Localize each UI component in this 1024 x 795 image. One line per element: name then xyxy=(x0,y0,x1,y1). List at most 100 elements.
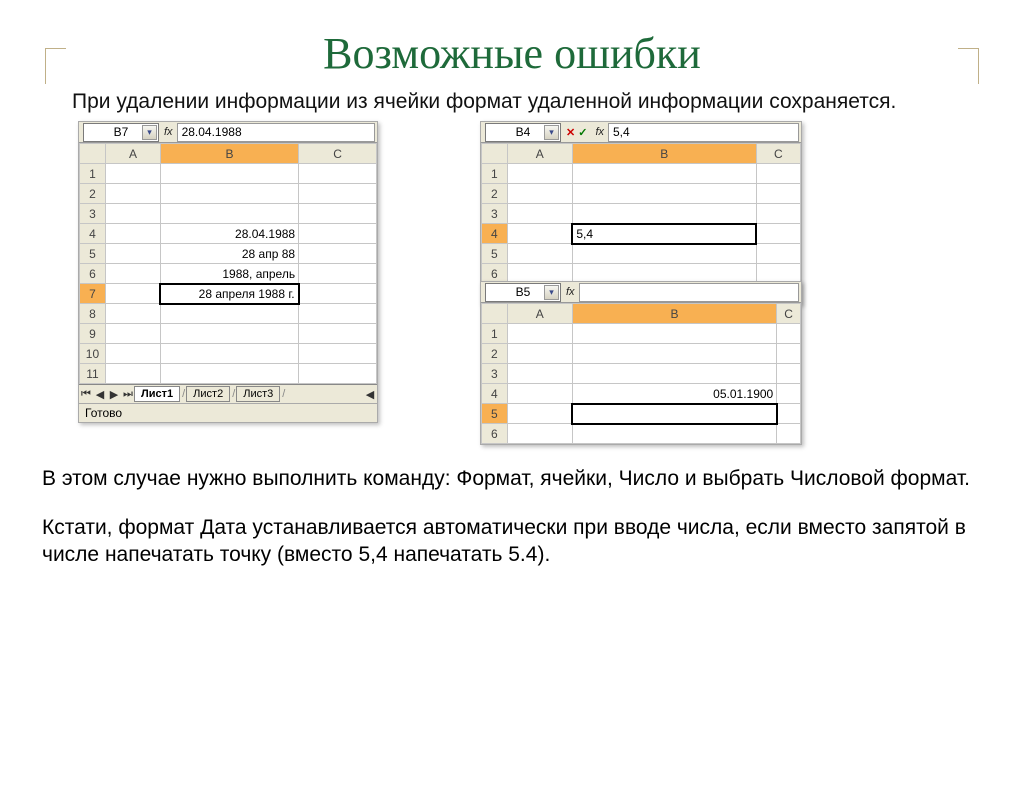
row-header[interactable]: 3 xyxy=(482,204,508,224)
row-header[interactable]: 3 xyxy=(80,204,106,224)
cell[interactable] xyxy=(299,304,377,324)
cell[interactable] xyxy=(777,324,801,344)
cell[interactable] xyxy=(160,184,298,204)
col-header-b[interactable]: B xyxy=(572,144,756,164)
cell-b4-editing[interactable]: 5,4 xyxy=(572,224,756,244)
col-header-b[interactable]: B xyxy=(160,144,298,164)
cell[interactable] xyxy=(105,344,160,364)
cell[interactable] xyxy=(756,224,800,244)
col-header-b[interactable]: B xyxy=(572,304,776,324)
cell[interactable] xyxy=(105,304,160,324)
cell[interactable] xyxy=(105,204,160,224)
cancel-icon[interactable]: ✕ xyxy=(566,126,575,139)
row-header[interactable]: 6 xyxy=(80,264,106,284)
col-header-a[interactable]: A xyxy=(507,304,572,324)
cell[interactable] xyxy=(299,204,377,224)
row-header[interactable]: 9 xyxy=(80,324,106,344)
cell[interactable] xyxy=(572,364,776,384)
name-box[interactable]: B5 ▾ xyxy=(485,283,561,302)
cell-b5-selected[interactable] xyxy=(572,404,776,424)
row-header[interactable]: 2 xyxy=(80,184,106,204)
cell[interactable] xyxy=(777,364,801,384)
cell[interactable] xyxy=(507,204,572,224)
col-header-a[interactable]: A xyxy=(507,144,572,164)
cell-b5[interactable]: 28 апр 88 xyxy=(160,244,298,264)
cell[interactable] xyxy=(756,204,800,224)
cell[interactable] xyxy=(572,424,776,444)
cell[interactable] xyxy=(299,244,377,264)
cell[interactable] xyxy=(507,224,572,244)
cell[interactable] xyxy=(572,204,756,224)
row-header[interactable]: 2 xyxy=(482,344,508,364)
row-header[interactable]: 6 xyxy=(482,424,508,444)
cell[interactable] xyxy=(507,404,572,424)
row-header[interactable]: 11 xyxy=(80,364,106,384)
row-header[interactable]: 4 xyxy=(482,384,508,404)
dropdown-icon[interactable]: ▾ xyxy=(142,125,157,140)
select-all-corner[interactable] xyxy=(482,304,508,324)
cell[interactable] xyxy=(507,184,572,204)
fx-icon[interactable]: fx xyxy=(566,286,575,298)
formula-value[interactable] xyxy=(579,283,799,302)
cell[interactable] xyxy=(572,164,756,184)
cell[interactable] xyxy=(507,344,572,364)
cell[interactable] xyxy=(572,344,776,364)
row-header[interactable]: 2 xyxy=(482,184,508,204)
row-header[interactable]: 5 xyxy=(482,244,508,264)
fx-icon[interactable]: fx xyxy=(164,126,173,138)
cell[interactable] xyxy=(756,184,800,204)
row-header[interactable]: 4 xyxy=(482,224,508,244)
col-header-a[interactable]: A xyxy=(105,144,160,164)
cell[interactable] xyxy=(299,264,377,284)
cell-b4[interactable]: 05.01.1900 xyxy=(572,384,776,404)
cell[interactable] xyxy=(299,164,377,184)
cell[interactable] xyxy=(160,364,298,384)
cell[interactable] xyxy=(507,244,572,264)
row-header[interactable]: 3 xyxy=(482,364,508,384)
cell-b4[interactable]: 28.04.1988 xyxy=(160,224,298,244)
cell[interactable] xyxy=(160,304,298,324)
cell[interactable] xyxy=(160,344,298,364)
name-box[interactable]: B7 ▾ xyxy=(83,123,159,142)
fx-icon[interactable]: fx xyxy=(595,126,604,138)
row-header[interactable]: 1 xyxy=(80,164,106,184)
cell[interactable] xyxy=(105,184,160,204)
cell[interactable] xyxy=(756,244,800,264)
col-header-c[interactable]: C xyxy=(299,144,377,164)
sheet-tab-1[interactable]: Лист1 xyxy=(134,386,180,402)
row-header[interactable]: 7 xyxy=(80,284,106,304)
cell[interactable] xyxy=(299,184,377,204)
cell[interactable] xyxy=(105,264,160,284)
sheet-tab-3[interactable]: Лист3 xyxy=(236,386,280,402)
dropdown-icon[interactable]: ▾ xyxy=(544,125,559,140)
cell[interactable] xyxy=(572,184,756,204)
col-header-c[interactable]: C xyxy=(777,304,801,324)
tab-nav-next-icon[interactable]: ▶ xyxy=(107,388,121,401)
row-header[interactable]: 1 xyxy=(482,324,508,344)
cell[interactable] xyxy=(160,164,298,184)
cell[interactable] xyxy=(105,364,160,384)
row-header[interactable]: 10 xyxy=(80,344,106,364)
tab-nav-last-icon[interactable]: ⏭ xyxy=(121,388,135,401)
dropdown-icon[interactable]: ▾ xyxy=(544,285,559,300)
hscroll-left-icon[interactable]: ◀ xyxy=(363,388,377,401)
cell[interactable] xyxy=(507,384,572,404)
row-header[interactable]: 5 xyxy=(482,404,508,424)
confirm-icon[interactable]: ✓ xyxy=(578,126,587,139)
row-header[interactable]: 8 xyxy=(80,304,106,324)
cell[interactable] xyxy=(299,364,377,384)
cell[interactable] xyxy=(299,284,377,304)
cell[interactable] xyxy=(105,224,160,244)
cell[interactable] xyxy=(507,324,572,344)
formula-value[interactable]: 28.04.1988 xyxy=(177,123,375,142)
cell[interactable] xyxy=(105,244,160,264)
cell[interactable] xyxy=(299,324,377,344)
cell[interactable] xyxy=(299,344,377,364)
col-header-c[interactable]: C xyxy=(756,144,800,164)
cell[interactable] xyxy=(572,244,756,264)
cell[interactable] xyxy=(507,364,572,384)
row-header[interactable]: 1 xyxy=(482,164,508,184)
select-all-corner[interactable] xyxy=(482,144,508,164)
formula-value[interactable]: 5,4 xyxy=(608,123,799,142)
cell[interactable] xyxy=(105,284,160,304)
